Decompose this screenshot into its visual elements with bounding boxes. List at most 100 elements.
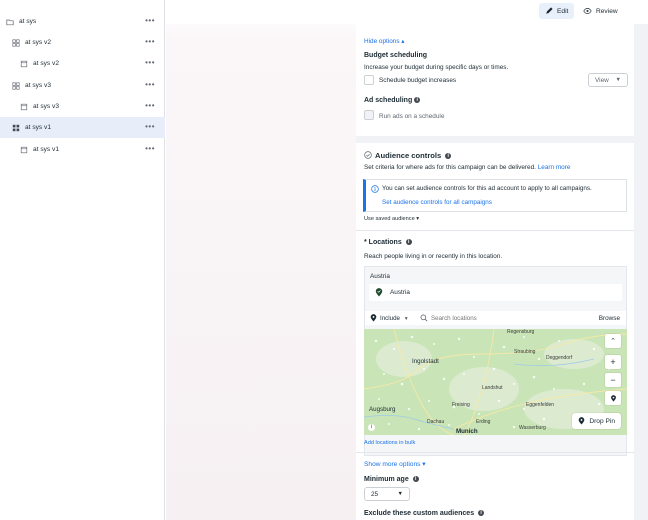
drop-pin-label: Drop Pin (589, 417, 615, 425)
more-options-icon[interactable]: ••• (145, 58, 155, 67)
tree-item-ad[interactable]: at sys v1 ••• (0, 139, 165, 160)
city-label: Regensburg (507, 329, 535, 335)
pin-icon (579, 417, 585, 425)
caret-down-icon: ▼ (403, 316, 409, 322)
location-map[interactable]: Regensburg Straubing Deggendorf Ingolsta… (364, 329, 627, 435)
tree-item-label: at sys v1 (25, 124, 52, 131)
audience-desc: Set criteria for where ads for this camp… (364, 164, 570, 171)
audience-card: Audience controls i Set criteria for wher… (356, 143, 634, 520)
grid-icon (12, 81, 20, 90)
review-label: Review (596, 7, 618, 15)
page-icon (20, 103, 28, 110)
divider (356, 230, 634, 231)
selected-location-label: Austria (390, 289, 410, 296)
city-label: Erding (476, 419, 491, 425)
caret-down-icon: ▼ (615, 77, 621, 83)
more-options-icon[interactable]: ••• (145, 122, 155, 131)
more-options-icon[interactable]: ••• (145, 144, 155, 153)
edit-label: Edit (557, 7, 569, 15)
schedule-budget-checkbox[interactable] (364, 75, 374, 85)
tree-item-label: at sys v1 (33, 146, 60, 153)
browse-button[interactable]: Browse (599, 315, 620, 322)
tree-item-label: at sys v2 (33, 60, 60, 67)
locations-label: * Locations (364, 239, 402, 246)
schedule-budget-label: Schedule budget increases (379, 77, 457, 84)
minimum-age-select[interactable]: 25 ▼ (364, 487, 410, 501)
info-icon[interactable]: i (445, 153, 452, 159)
location-pin-icon (370, 314, 377, 322)
audience-controls-title: Audience controls i (375, 151, 452, 160)
more-options-icon[interactable]: ••• (145, 101, 155, 110)
scrollbar-track[interactable] (634, 24, 648, 520)
map-collapse-button[interactable]: ⌃ (605, 334, 621, 348)
city-label: Landshut (482, 385, 503, 391)
tree-item-adset-selected[interactable]: at sys v1 ••• (0, 117, 165, 138)
view-dropdown[interactable]: View ▼ (588, 73, 628, 87)
location-search-bar: Include ▼ Browse (365, 311, 626, 325)
map-info-icon[interactable]: i (368, 424, 375, 431)
view-label: View (595, 76, 609, 84)
selected-location-chip[interactable]: Austria (369, 284, 622, 301)
zoom-in-button[interactable]: + (605, 355, 621, 369)
hide-options-link[interactable]: Hide options ▴ (364, 37, 405, 45)
budget-card: Hide options ▴ Budget scheduling Increas… (356, 24, 634, 136)
grid-icon (12, 38, 20, 47)
tree-item-label: at sys v3 (25, 82, 52, 89)
info-icon[interactable]: i (405, 239, 412, 246)
tree-item-campaign[interactable]: at sys ••• (0, 11, 165, 32)
info-icon[interactable]: i (412, 476, 419, 483)
locations-title: * Locations i (364, 239, 412, 246)
tree-item-ad[interactable]: at sys v2 ••• (0, 53, 165, 74)
locations-desc: Reach people living in or recently in th… (364, 253, 503, 260)
more-options-icon[interactable]: ••• (145, 80, 155, 89)
tree-item-adset[interactable]: at sys v3 ••• (0, 75, 165, 96)
set-audience-controls-link[interactable]: Set audience controls for all campaigns (382, 199, 492, 206)
review-button[interactable]: Review (577, 3, 624, 19)
budget-scheduling-title: Budget scheduling (364, 52, 427, 59)
plus-icon: + (610, 357, 616, 367)
info-icon[interactable]: i (478, 510, 485, 517)
search-icon (420, 314, 428, 322)
include-label: Include (380, 315, 400, 322)
run-ads-schedule-checkbox[interactable] (364, 110, 374, 120)
audience-desc-text: Set criteria for where ads for this camp… (364, 164, 536, 171)
run-ads-schedule-label: Run ads on a schedule (379, 113, 445, 120)
exclude-audiences-title: Exclude these custom audiences i (364, 510, 485, 517)
budget-scheduling-desc: Increase your budget during specific day… (364, 64, 509, 71)
info-icon[interactable]: i (414, 97, 421, 104)
exclude-audiences-label: Exclude these custom audiences (364, 510, 475, 517)
caret-down-icon: ▼ (397, 491, 403, 497)
minimum-age-label: Minimum age (364, 476, 409, 483)
include-dropdown[interactable]: Include ▼ (380, 315, 409, 322)
page-icon (20, 60, 28, 67)
ad-scheduling-label: Ad scheduling (364, 97, 413, 104)
use-saved-audience-dropdown[interactable]: Use saved audience ▾ (364, 216, 419, 222)
campaign-tree-sidebar: at sys ••• at sys v2 ••• at sys v2 ••• a… (0, 0, 165, 520)
edit-panel: Hide options ▴ Budget scheduling Increas… (356, 24, 634, 520)
tree-item-ad[interactable]: at sys v3 ••• (0, 96, 165, 117)
more-options-icon[interactable]: ••• (145, 37, 155, 46)
tree-item-adset[interactable]: at sys v2 ••• (0, 32, 165, 53)
minus-icon: − (610, 375, 616, 385)
more-options-icon[interactable]: ••• (145, 16, 155, 25)
eye-icon (583, 8, 592, 14)
city-label: Wasserburg (519, 425, 546, 431)
check-circle-icon (364, 151, 372, 159)
add-locations-bulk-link[interactable]: Add locations in bulk (364, 440, 415, 446)
zoom-out-button[interactable]: − (605, 373, 621, 387)
page-icon (20, 146, 28, 153)
pencil-icon (546, 7, 553, 14)
map-reset-button[interactable] (605, 391, 621, 405)
tree-item-label: at sys v2 (25, 39, 52, 46)
show-more-options-link[interactable]: Show more options ▾ (364, 460, 426, 468)
search-locations-input[interactable] (431, 313, 551, 323)
minimum-age-value: 25 (371, 490, 379, 498)
drop-pin-button[interactable]: Drop Pin (572, 413, 621, 429)
edit-button[interactable]: Edit (539, 3, 575, 19)
canvas-background (166, 0, 356, 520)
divider (356, 452, 634, 453)
city-label: Augsburg (369, 406, 396, 413)
city-label: Eggenfelden (526, 402, 555, 408)
learn-more-link[interactable]: Learn more (538, 164, 571, 171)
tree-item-label: at sys (19, 18, 37, 25)
